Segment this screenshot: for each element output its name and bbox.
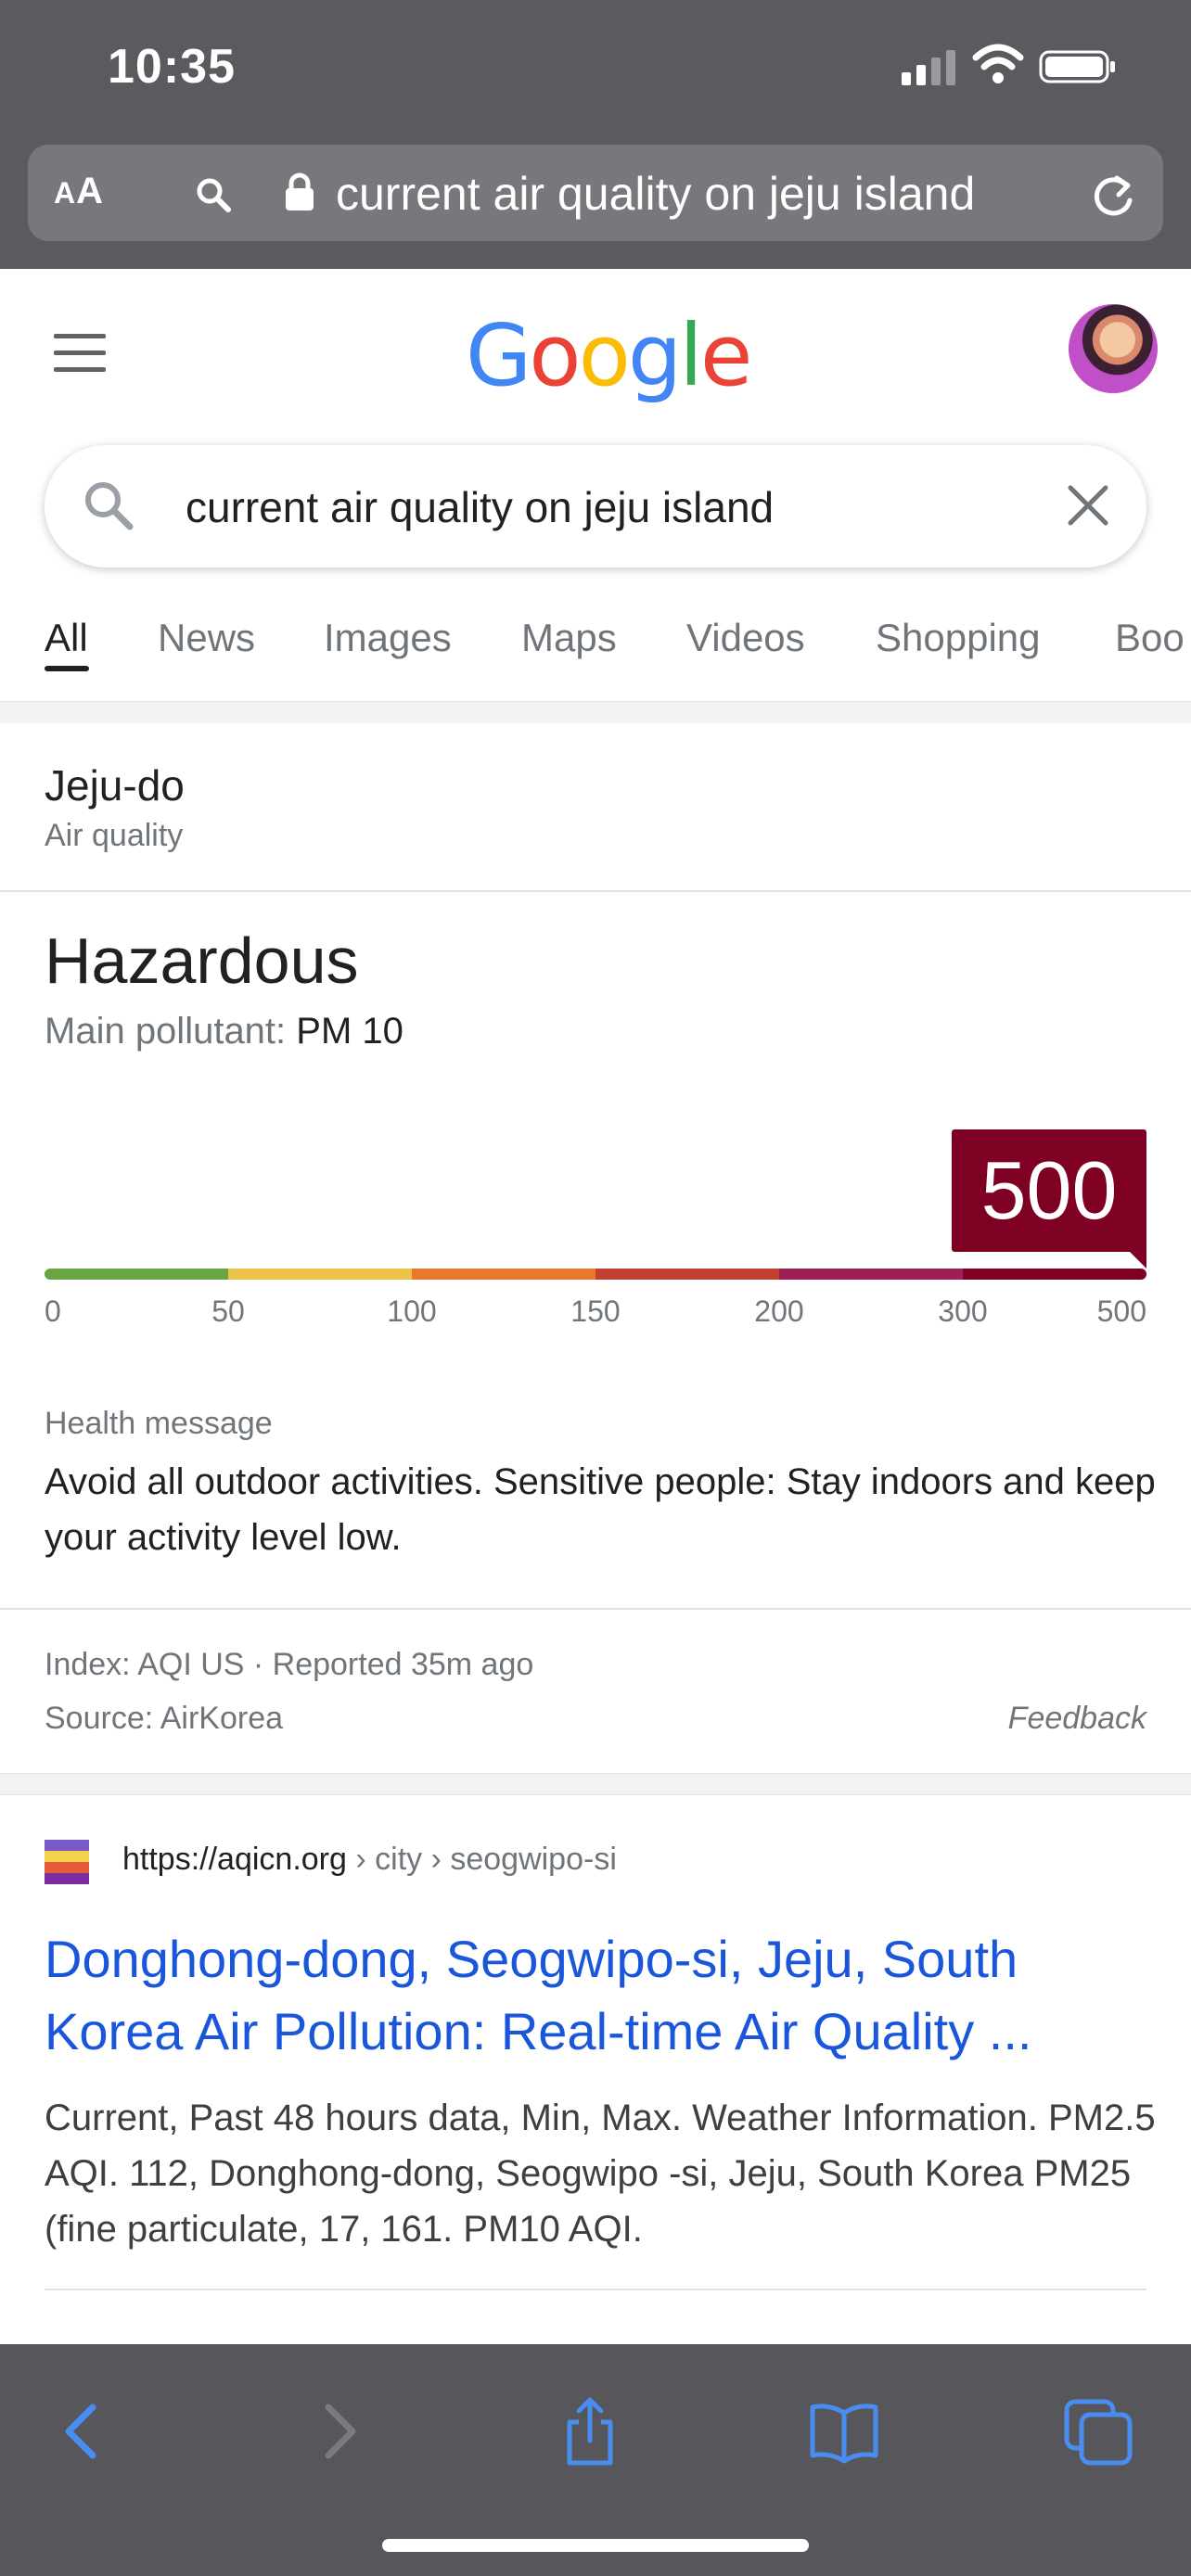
wifi-icon xyxy=(972,44,1024,83)
logo-letter: l xyxy=(679,306,703,405)
logo-letter: g xyxy=(627,306,682,405)
share-icon[interactable] xyxy=(553,2394,627,2468)
tab-images[interactable]: Images xyxy=(324,616,452,660)
section-divider xyxy=(0,1773,1191,1795)
aq-subtitle: Air quality xyxy=(45,818,184,853)
aqi-scale-tick-label: 0 xyxy=(45,1294,61,1328)
status-bar: 10:35 xyxy=(0,0,1191,130)
aq-location: Jeju-do xyxy=(45,761,185,810)
tab-books[interactable]: Boo xyxy=(1115,616,1185,660)
aqi-scale-tick-label: 300 xyxy=(938,1294,988,1328)
pollutant-value: PM 10 xyxy=(296,1011,403,1052)
aqi-scale-tick-label: 200 xyxy=(754,1294,804,1328)
active-tab-indicator xyxy=(45,666,89,671)
logo-letter: e xyxy=(699,306,753,405)
aq-status: Hazardous xyxy=(45,925,359,997)
tab-maps[interactable]: Maps xyxy=(521,616,617,660)
feedback-link[interactable]: Feedback xyxy=(1008,1701,1146,1737)
logo-letter: o xyxy=(578,306,631,405)
reader-settings-button[interactable]: AA xyxy=(54,171,104,212)
reload-icon[interactable] xyxy=(1089,172,1137,221)
aqi-scale-segment xyxy=(228,1269,412,1280)
aqi-scale-tick-label: 500 xyxy=(1096,1294,1146,1328)
result-site[interactable]: https://aqicn.org xyxy=(122,1842,347,1877)
tab-all[interactable]: All xyxy=(45,616,88,660)
search-input[interactable]: current air quality on jeju island xyxy=(45,445,1146,567)
cellular-signal-icon xyxy=(902,50,955,85)
hamburger-menu-icon[interactable] xyxy=(54,334,106,373)
aqi-scale-tick-label: 150 xyxy=(570,1294,621,1328)
aqi-scale-bar xyxy=(45,1269,1146,1280)
tabs-icon[interactable] xyxy=(1061,2394,1135,2468)
tab-videos[interactable]: Videos xyxy=(686,616,805,660)
site-favicon-icon xyxy=(45,1840,89,1884)
status-time: 10:35 xyxy=(108,40,236,94)
google-logo[interactable]: Google xyxy=(466,306,753,405)
bookmarks-icon[interactable] xyxy=(807,2394,881,2468)
back-icon[interactable] xyxy=(45,2394,119,2468)
logo-letter: o xyxy=(529,306,581,405)
section-divider xyxy=(0,701,1191,723)
aqi-scale-segment xyxy=(412,1269,596,1280)
aqi-scale-tick-label: 50 xyxy=(211,1294,245,1328)
result-snippet: Current, Past 48 hours data, Min, Max. W… xyxy=(45,2098,1156,2250)
divider xyxy=(0,1608,1191,1610)
tab-shopping[interactable]: Shopping xyxy=(876,616,1041,660)
divider xyxy=(0,890,1191,892)
close-icon[interactable] xyxy=(1065,482,1111,529)
aqi-scale-segment xyxy=(963,1269,1146,1280)
tab-news[interactable]: News xyxy=(158,616,255,660)
avatar[interactable] xyxy=(1069,304,1158,393)
aqi-scale-segment xyxy=(45,1269,228,1280)
home-indicator xyxy=(382,2539,809,2552)
main-pollutant: Main pollutant: PM 10 xyxy=(45,1011,403,1052)
aqi-scale-tick-label: 100 xyxy=(387,1294,437,1328)
search-icon xyxy=(197,178,231,212)
source-line: Source: AirKorea xyxy=(45,1701,284,1736)
search-tabs: All News Images Maps Videos Shopping Boo xyxy=(0,608,1191,701)
index-reported-line: Index: AQI US · Reported 35m ago xyxy=(45,1647,534,1682)
result-breadcrumbs: › city › seogwipo-si xyxy=(346,1842,617,1877)
logo-letter: G xyxy=(466,306,531,405)
health-message-text: Avoid all outdoor activities. Sensitive … xyxy=(45,1461,1156,1558)
search-icon[interactable] xyxy=(82,478,135,532)
aqi-scale-ticks: 0 50 100 150 200 300 500 xyxy=(0,1294,1191,1332)
aqi-value-badge: 500 xyxy=(952,1129,1146,1252)
aqi-scale-segment xyxy=(779,1269,963,1280)
result-url[interactable]: https://aqicn.org › city › seogwipo-si xyxy=(122,1842,617,1878)
search-query-text[interactable]: current air quality on jeju island xyxy=(186,482,774,532)
divider xyxy=(45,2289,1146,2290)
battery-icon xyxy=(1039,50,1115,83)
aqi-badge-pointer xyxy=(1126,1248,1146,1269)
result-title-link[interactable]: Donghong-dong, Seogwipo-si, Jeju, South … xyxy=(45,1923,1158,2068)
address-url-text[interactable]: current air quality on jeju island xyxy=(336,167,975,221)
lock-icon xyxy=(286,172,314,210)
address-bar[interactable]: AA current air quality on jeju island xyxy=(28,145,1163,241)
health-message-label: Health message xyxy=(45,1406,273,1441)
aqi-scale-segment xyxy=(596,1269,779,1280)
browser-address-area: AA current air quality on jeju island xyxy=(0,130,1191,269)
pollutant-label: Main pollutant: xyxy=(45,1011,287,1052)
forward-icon[interactable] xyxy=(302,2394,377,2468)
